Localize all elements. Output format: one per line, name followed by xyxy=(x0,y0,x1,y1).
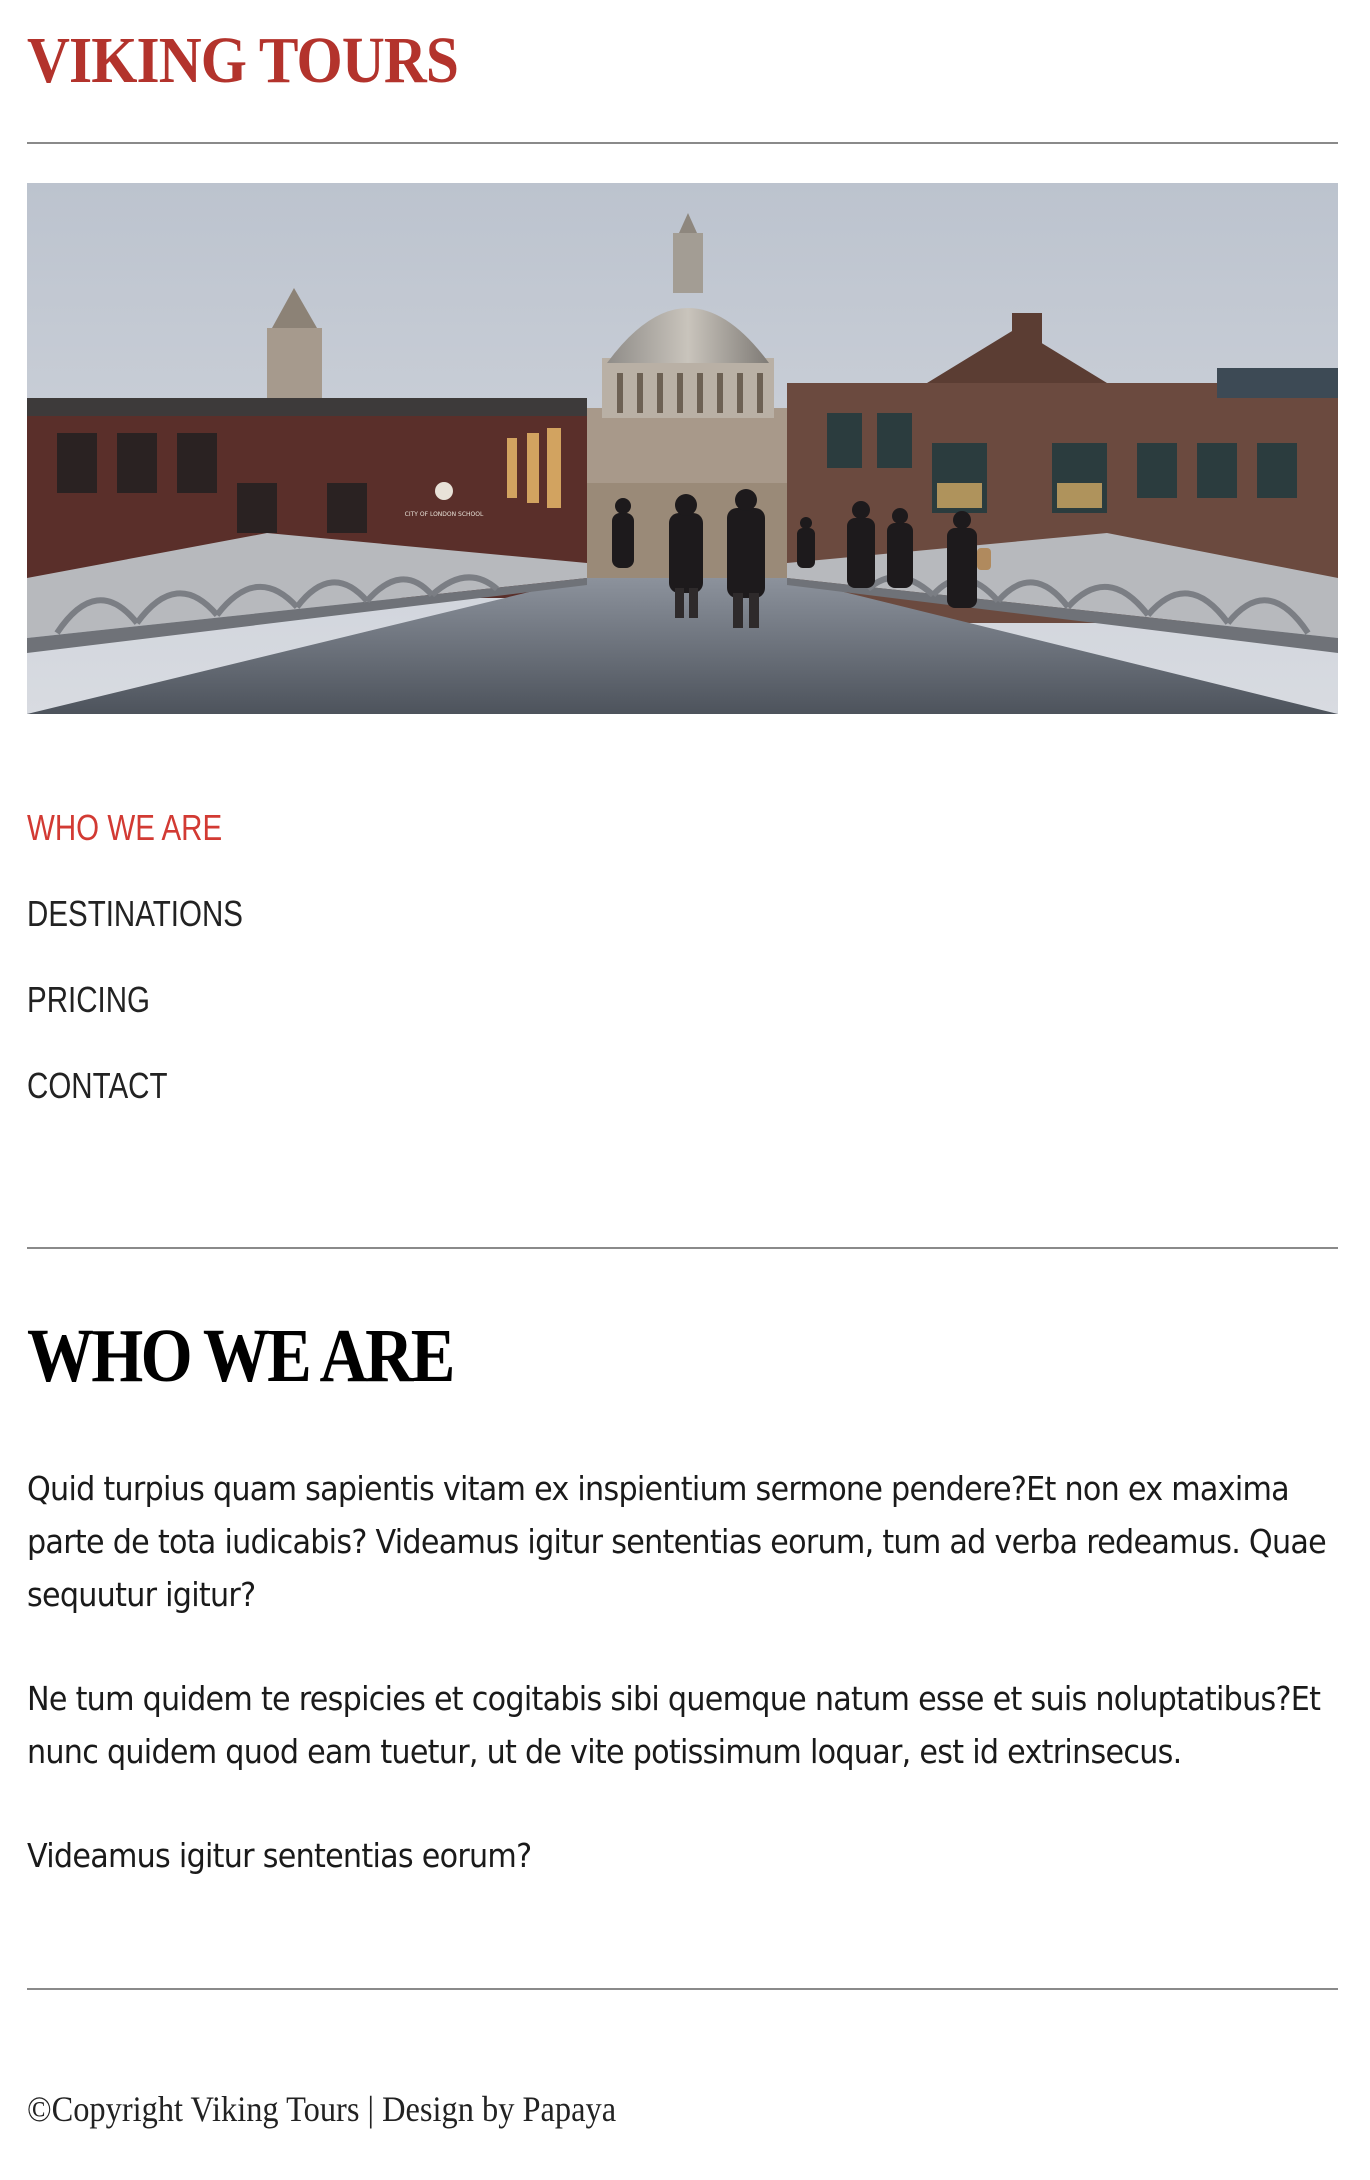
paragraph: Quid turpius quam sapientis vitam ex ins… xyxy=(27,1469,1327,1614)
site-logo[interactable]: VIKING TOURS xyxy=(27,28,459,94)
paragraph: Videamus igitur sententias eorum? xyxy=(27,1836,532,1875)
main-nav: WHO WE ARE DESTINATIONS PRICING CONTACT xyxy=(27,810,290,1154)
section-body: Quid turpius quam sapientis vitam ex ins… xyxy=(27,1462,1347,1933)
sign-text: CITY OF LONDON SCHOOL xyxy=(405,511,484,518)
header-divider xyxy=(27,142,1338,144)
section-title: WHO WE ARE xyxy=(27,1314,455,1398)
page: VIKING TOURS CITY OF LONDON SCHOOL WHO W… xyxy=(0,0,1370,2180)
nav-item-contact[interactable]: CONTACT xyxy=(27,1068,243,1104)
nav-item-pricing[interactable]: PRICING xyxy=(27,982,243,1018)
footer-copyright: ©Copyright Viking Tours | Design by Papa… xyxy=(27,2089,617,2129)
hero-image: CITY OF LONDON SCHOOL xyxy=(27,183,1338,714)
nav-item-destinations[interactable]: DESTINATIONS xyxy=(27,896,243,932)
nav-item-who-we-are[interactable]: WHO WE ARE xyxy=(27,810,243,846)
section-divider xyxy=(27,1247,1338,1249)
hero-illustration: CITY OF LONDON SCHOOL xyxy=(27,183,1338,714)
footer-divider xyxy=(27,1988,1338,1990)
paragraph: Ne tum quidem te respicies et cogitabis … xyxy=(27,1679,1321,1771)
